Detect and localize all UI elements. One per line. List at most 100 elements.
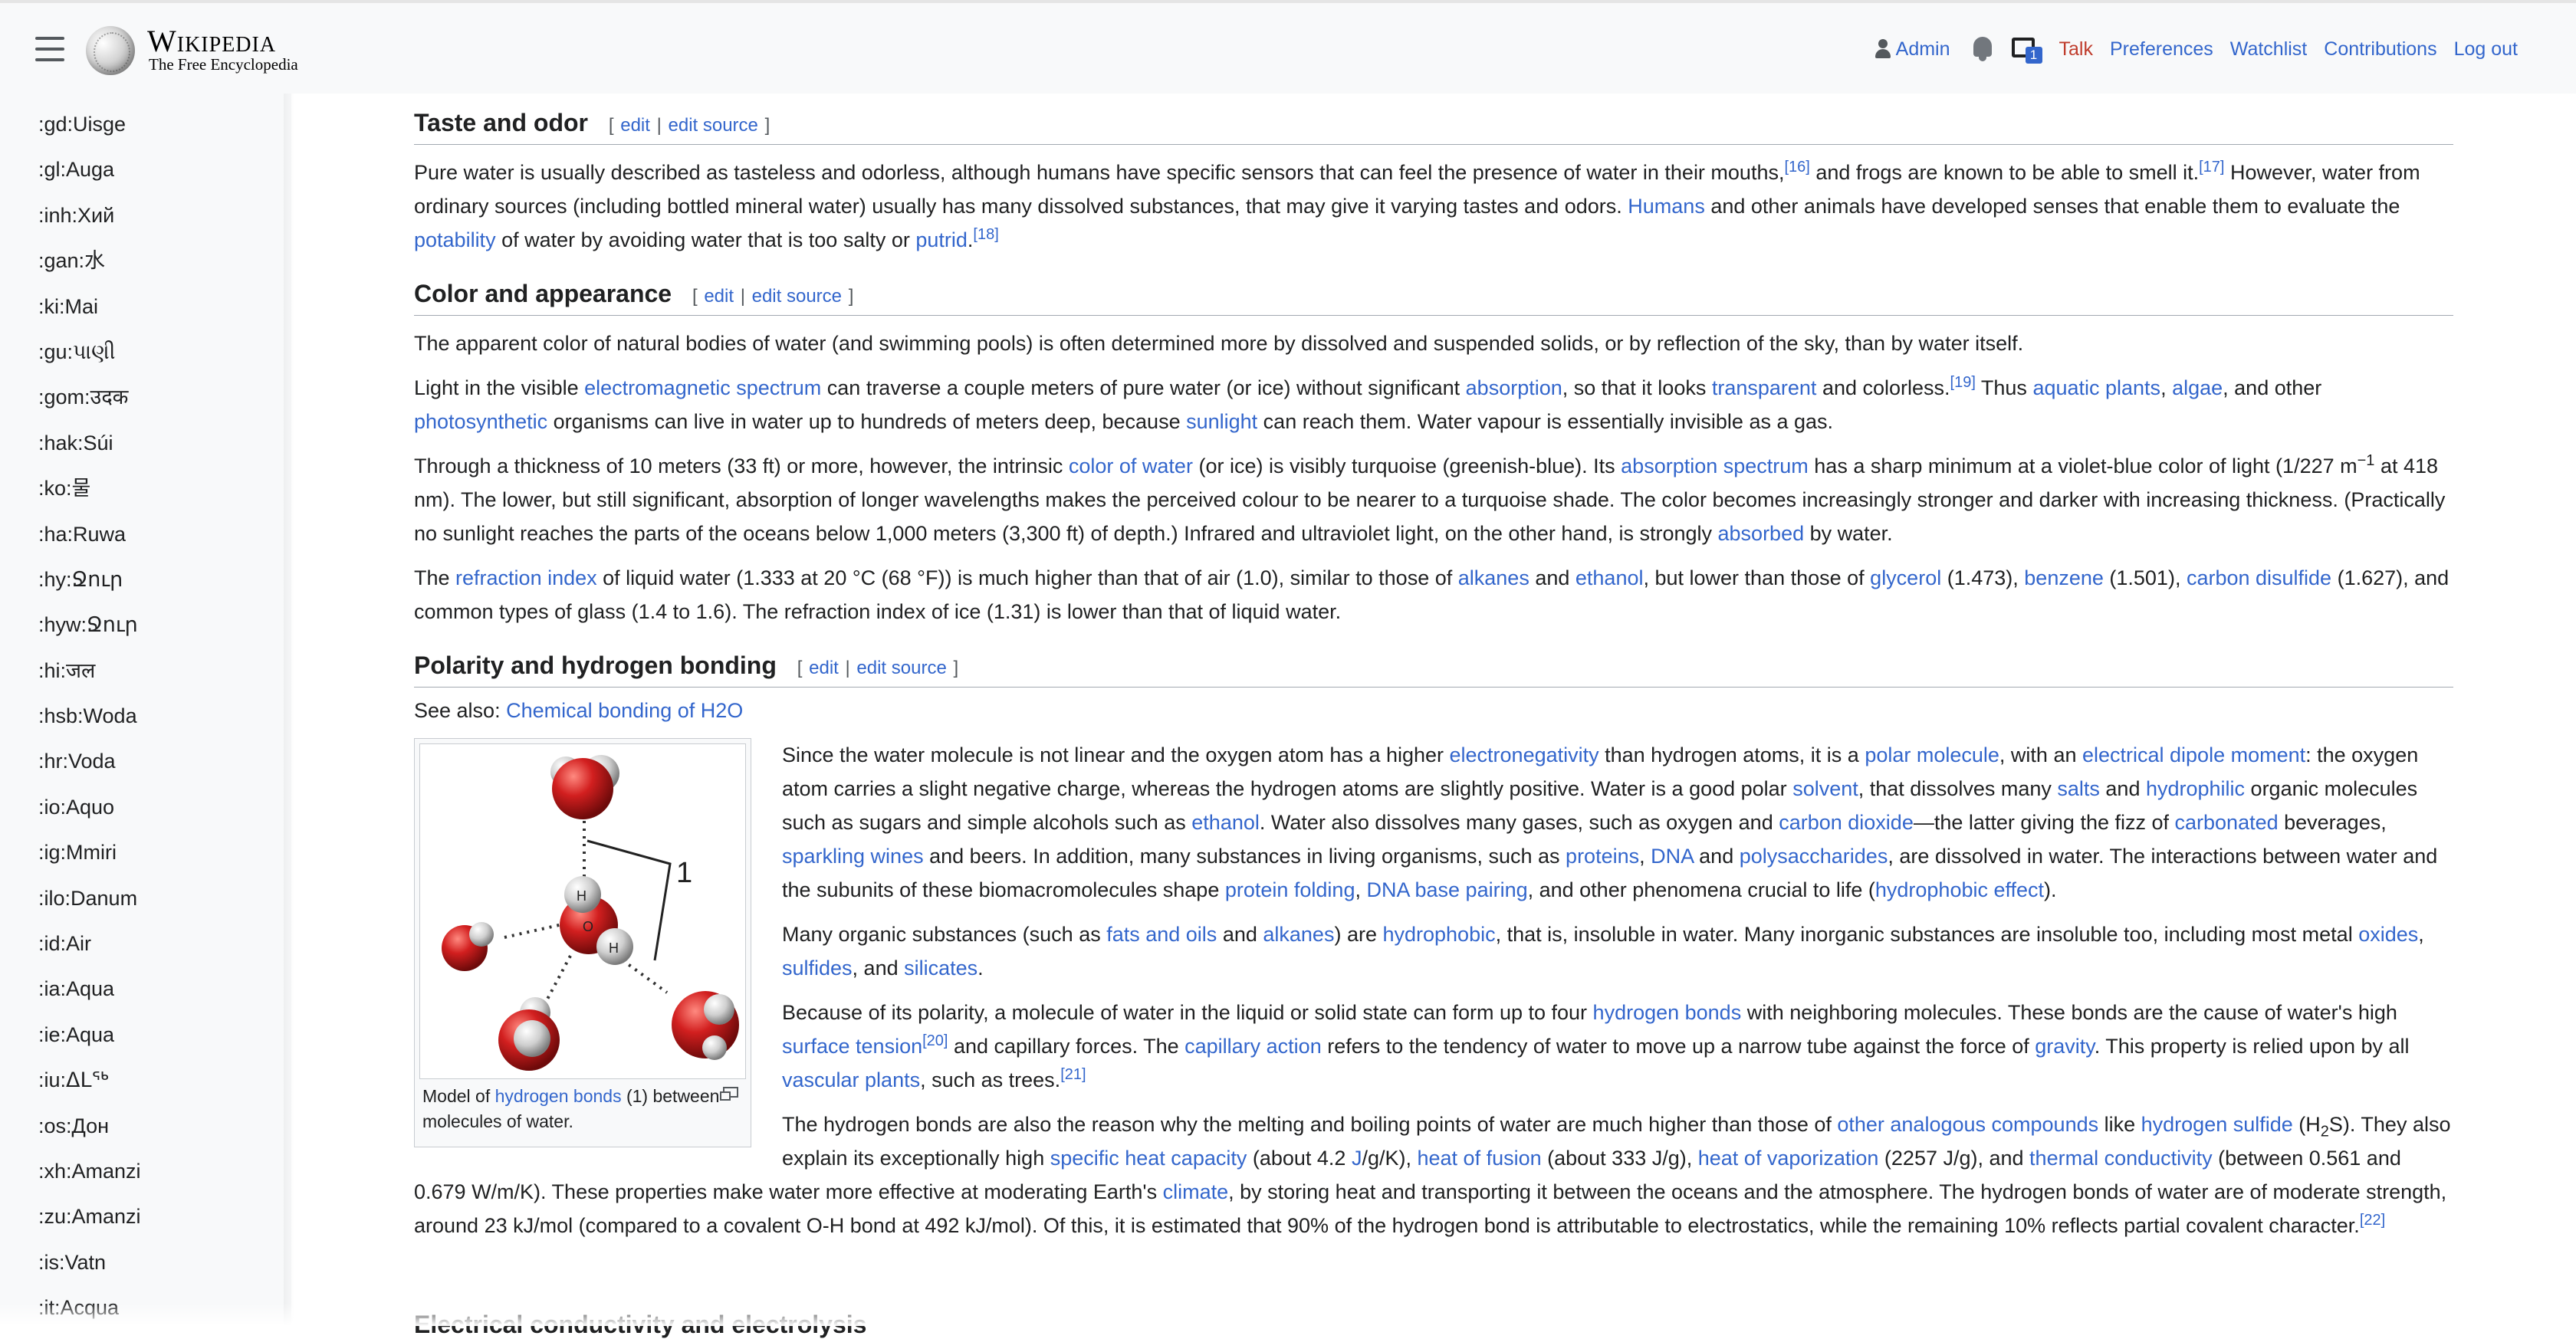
edit-source-link[interactable]: edit source (856, 658, 946, 678)
sidebar-language-link[interactable]: :os:Дон (38, 1111, 141, 1156)
logout-link[interactable]: Log out (2454, 38, 2518, 61)
article-link[interactable]: salts (2057, 777, 2100, 800)
reference-link[interactable]: [18] (973, 226, 998, 243)
sidebar-language-link[interactable]: :ia:Aqua (38, 973, 141, 1019)
notifications-bell-icon[interactable] (1970, 35, 1995, 63)
sidebar-language-link[interactable]: :is:Vatn (38, 1247, 141, 1292)
reference-link[interactable]: [16] (1784, 159, 1809, 176)
reference-link[interactable]: [20] (922, 1032, 948, 1049)
article-link[interactable]: polar molecule (1865, 743, 1999, 766)
article-link[interactable]: heat of vaporization (1698, 1147, 1879, 1170)
article-link[interactable]: carbon disulfide (2187, 566, 2331, 589)
article-link[interactable]: heat of fusion (1418, 1147, 1542, 1170)
edit-source-link[interactable]: edit source (752, 286, 842, 307)
sidebar-language-link[interactable]: :inh:Хий (38, 200, 141, 245)
article-link[interactable]: absorption spectrum (1621, 455, 1809, 478)
sidebar-language-link[interactable]: :xh:Amanzi (38, 1156, 141, 1201)
article-link[interactable]: proteins (1566, 845, 1639, 868)
article-link[interactable]: polysaccharides (1740, 845, 1888, 868)
article-link[interactable]: refraction index (455, 566, 597, 589)
article-link[interactable]: photosynthetic (414, 410, 547, 433)
edit-link[interactable]: edit (704, 286, 734, 307)
article-link[interactable]: silicates (904, 957, 978, 980)
article-link[interactable]: electromagnetic spectrum (584, 376, 821, 399)
article-link[interactable]: other analogous compounds (1837, 1113, 2098, 1136)
article-link[interactable]: carbon dioxide (1779, 811, 1914, 834)
wikipedia-globe-logo[interactable] (86, 26, 135, 75)
sidebar-language-link[interactable]: :gu:પાણી (38, 336, 141, 382)
sidebar-language-link[interactable]: :hyw:Ջուր (38, 609, 141, 655)
sidebar-language-link[interactable]: :ilo:Danum (38, 883, 141, 928)
sidebar-language-link[interactable]: :gan:水 (38, 245, 141, 290)
article-link[interactable]: J (1352, 1147, 1362, 1170)
article-link[interactable]: capillary action (1184, 1035, 1322, 1058)
sidebar-language-link[interactable]: :gom:उदक (38, 382, 141, 427)
article-link[interactable]: surface tension (782, 1035, 922, 1058)
article-link[interactable]: alkanes (1263, 923, 1334, 946)
article-link[interactable]: climate (1163, 1180, 1229, 1203)
sidebar-language-link[interactable]: :ko:물 (38, 473, 141, 518)
article-link[interactable]: electronegativity (1450, 743, 1599, 766)
wikipedia-wordmark[interactable]: Wikipedia (147, 23, 276, 59)
reference-link[interactable]: [22] (2360, 1212, 2385, 1229)
reference-link[interactable]: [17] (2199, 159, 2224, 176)
article-link[interactable]: absorbed (1718, 522, 1805, 545)
article-link[interactable]: absorption (1466, 376, 1562, 399)
sidebar-language-link[interactable]: :hsb:Woda (38, 701, 141, 746)
article-link[interactable]: potability (414, 228, 496, 251)
article-link[interactable]: hydrophobic (1382, 923, 1495, 946)
article-link[interactable]: electrical dipole moment (2082, 743, 2305, 766)
article-link[interactable]: sparkling wines (782, 845, 924, 868)
article-link[interactable]: thermal conductivity (2029, 1147, 2213, 1170)
article-link[interactable]: protein folding (1225, 878, 1355, 901)
article-link[interactable]: glycerol (1870, 566, 1941, 589)
watchlist-link[interactable]: Watchlist (2230, 38, 2307, 61)
sidebar-language-link[interactable]: :ie:Aqua (38, 1019, 141, 1065)
edit-source-link[interactable]: edit source (669, 115, 758, 136)
article-link[interactable]: putrid (915, 228, 968, 251)
user-page-link[interactable]: Admin (1875, 38, 1950, 61)
sidebar-language-link[interactable]: :ki:Mai (38, 291, 141, 336)
sidebar-language-link[interactable]: :gl:Auga (38, 154, 141, 199)
preferences-link[interactable]: Preferences (2110, 38, 2213, 61)
article-link[interactable]: transparent (1712, 376, 1817, 399)
sidebar-language-link[interactable]: :id:Air (38, 928, 141, 973)
article-link[interactable]: hydrogen bonds (1593, 1001, 1742, 1024)
article-link[interactable]: aquatic plants (2032, 376, 2160, 399)
article-link[interactable]: solvent (1792, 777, 1858, 800)
sidebar-language-link[interactable]: :hi:जल (38, 655, 141, 701)
article-link[interactable]: ethanol (1576, 566, 1644, 589)
contributions-link[interactable]: Contributions (2324, 38, 2436, 61)
article-link[interactable]: specific heat capacity (1050, 1147, 1247, 1170)
enlarge-icon[interactable] (720, 1087, 738, 1101)
article-link[interactable]: fats and oils (1106, 923, 1217, 946)
sidebar-language-link[interactable]: :zu:Amanzi (38, 1201, 141, 1246)
article-link[interactable]: Humans (1628, 195, 1705, 218)
article-link[interactable]: DNA (1651, 845, 1694, 868)
article-link[interactable]: benzene (2024, 566, 2104, 589)
sidebar-language-link[interactable]: :iu:ᐃᒪᖅ (38, 1065, 141, 1110)
see-also-link[interactable]: Chemical bonding of H2O (506, 699, 743, 722)
sidebar-language-link[interactable]: :ha:Ruwa (38, 519, 141, 564)
hamburger-menu-icon[interactable] (35, 37, 64, 61)
article-link[interactable]: oxides (2358, 923, 2418, 946)
article-link[interactable]: alkanes (1458, 566, 1530, 589)
article-link[interactable]: carbonated (2175, 811, 2279, 834)
article-link[interactable]: sulfides (782, 957, 853, 980)
sidebar-language-link[interactable]: :hr:Voda (38, 746, 141, 791)
talk-link[interactable]: Talk (2059, 38, 2093, 61)
article-link[interactable]: hydrogen sulfide (2141, 1113, 2293, 1136)
edit-link[interactable]: edit (620, 115, 650, 136)
article-link[interactable]: sunlight (1186, 410, 1257, 433)
reference-link[interactable]: [21] (1060, 1066, 1086, 1083)
article-link[interactable]: hydrogen bonds (495, 1086, 622, 1106)
article-link[interactable]: ethanol (1191, 811, 1260, 834)
article-link[interactable]: gravity (2035, 1035, 2095, 1058)
sidebar-language-link[interactable]: :gd:Uisge (38, 109, 141, 154)
article-link[interactable]: algae (2172, 376, 2223, 399)
edit-link[interactable]: edit (809, 658, 839, 678)
article-link[interactable]: vascular plants (782, 1068, 920, 1091)
article-link[interactable]: hydrophobic effect (1875, 878, 2044, 901)
sidebar-language-link[interactable]: :hak:Súi (38, 428, 141, 473)
sidebar-language-link[interactable]: :hy:Ջուր (38, 564, 141, 609)
